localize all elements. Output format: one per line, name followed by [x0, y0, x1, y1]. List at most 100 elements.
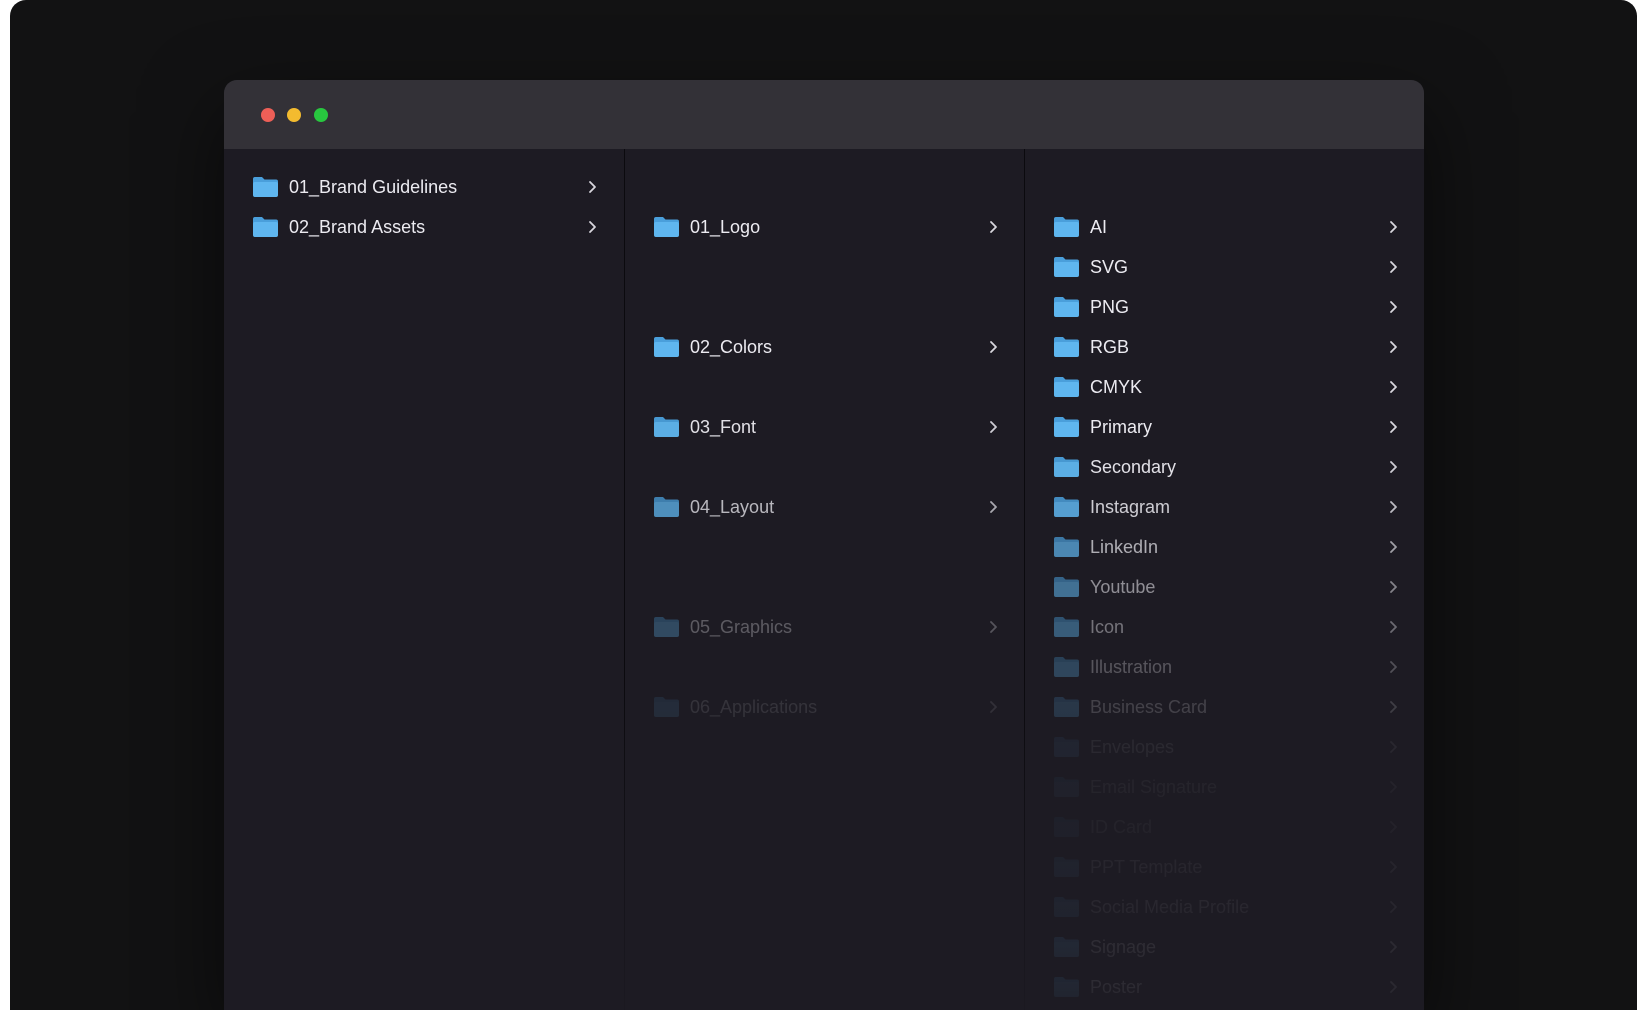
folder-row[interactable]: RGB — [1025, 327, 1424, 367]
folder-icon — [653, 696, 680, 718]
folder-icon — [1053, 896, 1080, 918]
chevron-right-icon[interactable] — [1388, 660, 1398, 674]
chevron-right-icon[interactable] — [988, 700, 998, 714]
folder-row[interactable]: 01_Logo — [625, 207, 1024, 247]
folder-label: 03_Font — [690, 417, 757, 437]
chevron-right-icon[interactable] — [1388, 740, 1398, 754]
folder-label: Envelopes — [1090, 737, 1175, 757]
folder-row[interactable]: Email Signature — [1025, 767, 1424, 807]
folder-icon — [1053, 936, 1080, 958]
folder-row[interactable]: Illustration — [1025, 647, 1424, 687]
folder-row[interactable]: 03_Font — [625, 407, 1024, 447]
chevron-right-icon[interactable] — [1388, 380, 1398, 394]
folder-row[interactable]: Signage — [1025, 927, 1424, 967]
chevron-right-icon[interactable] — [1388, 580, 1398, 594]
chevron-right-icon[interactable] — [587, 220, 597, 234]
folder-row[interactable]: Primary — [1025, 407, 1424, 447]
folder-row[interactable]: 02_Colors — [625, 327, 1024, 367]
folder-label: AI — [1090, 217, 1108, 237]
folder-row[interactable]: LinkedIn — [1025, 527, 1424, 567]
folder-icon — [1053, 816, 1080, 838]
folder-label: Secondary — [1090, 457, 1177, 477]
folder-row[interactable]: PNG — [1025, 287, 1424, 327]
folder-icon — [1053, 456, 1080, 478]
folder-label: PNG — [1090, 297, 1130, 317]
chevron-right-icon[interactable] — [1388, 780, 1398, 794]
folder-icon — [653, 416, 680, 438]
folder-row[interactable]: Secondary — [1025, 447, 1424, 487]
chevron-right-icon[interactable] — [1388, 220, 1398, 234]
chevron-right-icon[interactable] — [1388, 420, 1398, 434]
chevron-right-icon[interactable] — [1388, 860, 1398, 874]
folder-label: Youtube — [1090, 577, 1156, 597]
folder-label: CMYK — [1090, 377, 1143, 397]
chevron-right-icon[interactable] — [1388, 540, 1398, 554]
chevron-right-icon[interactable] — [1388, 700, 1398, 714]
folder-label: 02_Colors — [690, 337, 773, 357]
chevron-right-icon[interactable] — [988, 340, 998, 354]
folder-row[interactable]: Social Media Profile — [1025, 887, 1424, 927]
title-bar[interactable] — [224, 80, 1424, 149]
folder-icon — [1053, 856, 1080, 878]
folder-icon — [1053, 776, 1080, 798]
folder-label: 01_Logo — [690, 217, 761, 237]
folder-icon — [1053, 616, 1080, 638]
chevron-right-icon[interactable] — [1388, 620, 1398, 634]
folder-row[interactable]: PPT Template — [1025, 847, 1424, 887]
folder-icon — [1053, 976, 1080, 998]
folder-icon — [653, 216, 680, 238]
folder-row[interactable]: Instagram — [1025, 487, 1424, 527]
folder-icon — [252, 216, 279, 238]
chevron-right-icon[interactable] — [1388, 300, 1398, 314]
minimize-button[interactable] — [287, 108, 301, 122]
folder-icon — [1053, 376, 1080, 398]
chevron-right-icon[interactable] — [1388, 260, 1398, 274]
folder-icon — [653, 336, 680, 358]
folder-row[interactable]: Business Card — [1025, 687, 1424, 727]
folder-label: Poster — [1090, 977, 1143, 997]
chevron-right-icon[interactable] — [1388, 500, 1398, 514]
desktop-backdrop: 01_Brand Guidelines 02_Brand Assets 01_Lo… — [10, 0, 1637, 1010]
folder-row[interactable]: Icon — [1025, 607, 1424, 647]
folder-row[interactable]: Youtube — [1025, 567, 1424, 607]
folder-row[interactable]: AI — [1025, 207, 1424, 247]
folder-row[interactable]: 06_Applications — [625, 687, 1024, 727]
folder-row[interactable]: 05_Graphics — [625, 607, 1024, 647]
folder-row[interactable]: CMYK — [1025, 367, 1424, 407]
close-button[interactable] — [261, 108, 275, 122]
folder-row[interactable]: 01_Brand Guidelines — [224, 167, 623, 207]
folder-icon — [1053, 696, 1080, 718]
chevron-right-icon[interactable] — [1388, 980, 1398, 994]
folder-icon — [252, 176, 279, 198]
folder-label: 02_Brand Assets — [289, 217, 426, 237]
chevron-right-icon[interactable] — [587, 180, 597, 194]
folder-icon — [653, 616, 680, 638]
chevron-right-icon[interactable] — [1388, 820, 1398, 834]
folder-row[interactable]: 04_Layout — [625, 487, 1024, 527]
chevron-right-icon[interactable] — [988, 500, 998, 514]
column-1: 01_Brand Guidelines 02_Brand Assets — [224, 149, 623, 1010]
folder-label: Instagram — [1090, 497, 1171, 517]
folder-label: RGB — [1090, 337, 1130, 357]
chevron-right-icon[interactable] — [1388, 460, 1398, 474]
folder-row[interactable]: 02_Brand Assets — [224, 207, 623, 247]
folder-label: Icon — [1090, 617, 1125, 637]
folder-row[interactable]: SVG — [1025, 247, 1424, 287]
zoom-button[interactable] — [314, 108, 328, 122]
chevron-right-icon[interactable] — [988, 620, 998, 634]
folder-label: 06_Applications — [690, 697, 818, 717]
chevron-right-icon[interactable] — [1388, 340, 1398, 354]
folder-label: SVG — [1090, 257, 1129, 277]
finder-window: 01_Brand Guidelines 02_Brand Assets 01_Lo… — [224, 80, 1424, 1010]
folder-label: 05_Graphics — [690, 617, 793, 637]
chevron-right-icon[interactable] — [988, 420, 998, 434]
folder-row[interactable]: Poster — [1025, 967, 1424, 1007]
chevron-right-icon[interactable] — [1388, 900, 1398, 914]
folder-row[interactable]: ID Card — [1025, 807, 1424, 847]
folder-label: Signage — [1090, 937, 1157, 957]
chevron-right-icon[interactable] — [988, 220, 998, 234]
chevron-right-icon[interactable] — [1388, 940, 1398, 954]
folder-icon — [1053, 496, 1080, 518]
folder-row[interactable]: Envelopes — [1025, 727, 1424, 767]
column-2: 01_Logo 02_Colors 03_Font 04_Layout 05_Graph… — [624, 149, 1024, 1010]
